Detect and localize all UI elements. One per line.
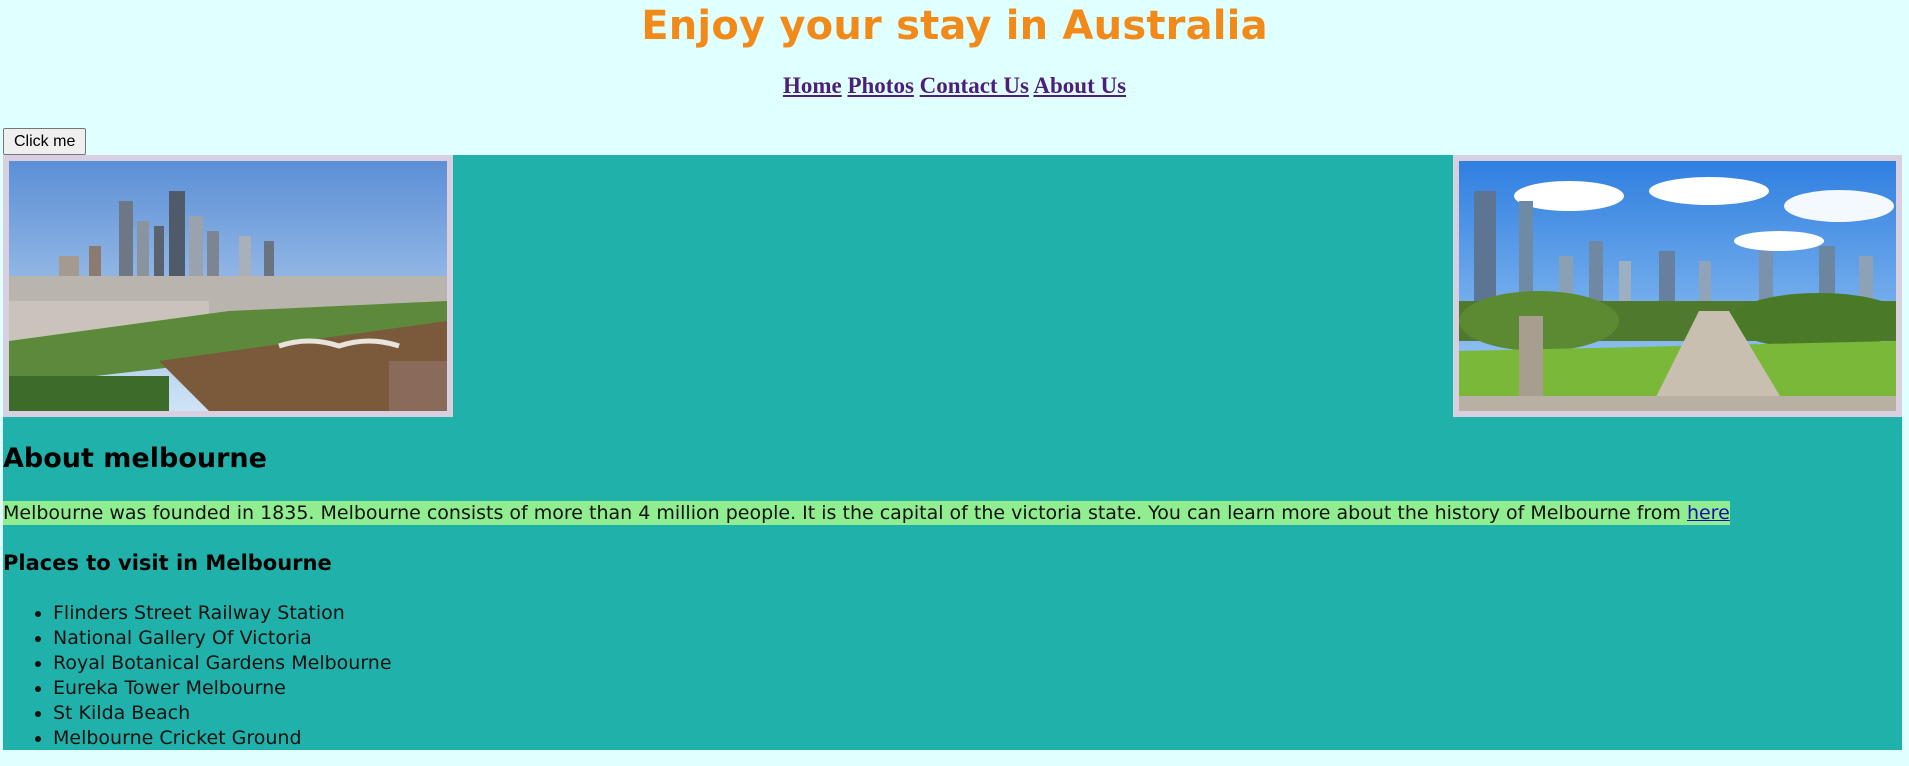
nav-link-photos[interactable]: Photos	[847, 73, 913, 98]
list-item: Eureka Tower Melbourne	[53, 676, 392, 701]
about-paragraph-text: Melbourne was founded in 1835. Melbourne…	[3, 502, 1687, 524]
about-heading: About melbourne	[3, 443, 267, 474]
list-item: Flinders Street Railway Station	[53, 601, 392, 626]
list-item: National Gallery Of Victoria	[53, 626, 392, 651]
nav-link-contact-us[interactable]: Contact Us	[920, 73, 1029, 98]
list-item: Royal Botanical Gardens Melbourne	[53, 651, 392, 676]
click-me-button[interactable]: Click me	[3, 128, 87, 155]
nav-link-home[interactable]: Home	[783, 73, 842, 98]
places-heading: Places to visit in Melbourne	[3, 551, 332, 575]
page-title: Enjoy your stay in Australia	[641, 3, 1268, 49]
list-item: Melbourne Cricket Ground	[53, 726, 392, 751]
content-section: About melbourne Melbourne was founded in…	[3, 155, 1902, 750]
melbourne-city-river-photo	[3, 155, 453, 417]
places-list: Flinders Street Railway Station National…	[3, 601, 392, 751]
list-item: St Kilda Beach	[53, 701, 392, 726]
top-nav: Home Photos Contact Us About Us	[0, 73, 1909, 99]
about-paragraph: Melbourne was founded in 1835. Melbourne…	[3, 501, 1730, 525]
melbourne-park-skyline-photo	[1453, 155, 1902, 417]
history-link[interactable]: here	[1687, 502, 1730, 524]
nav-link-about-us[interactable]: About Us	[1033, 73, 1126, 98]
